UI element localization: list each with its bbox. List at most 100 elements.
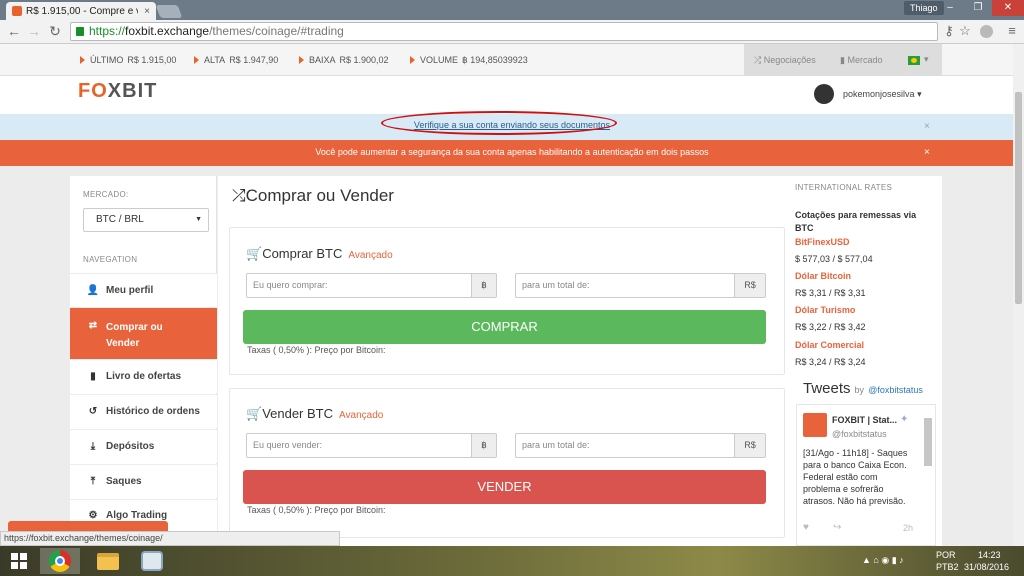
key-icon[interactable]: ⚷ [941,23,957,39]
taskbar-paint[interactable] [132,548,172,574]
rate-name[interactable]: Dólar Comercial [795,340,864,350]
sidebar-item-saques[interactable]: ⤒ Saques [70,464,217,498]
forward-button[interactable]: → [26,23,42,39]
sidebar-item-depositos[interactable]: ⤓ Depósitos [70,429,217,463]
shuffle-icon: ⤮ [232,186,246,205]
tweets-by: by [854,385,865,395]
buy-card-title: 🛒Comprar BTC Avançado [246,246,393,262]
nav-negociacoes-label: Negociações [763,55,816,65]
rates-subheading: Cotações para remessas via BTC [795,210,917,233]
tweet-scrollbar[interactable] [924,418,932,466]
page-scrollbar[interactable] [1013,44,1024,546]
clock-time[interactable]: 14:23 [978,550,1001,560]
logo-letters: XBIT [107,80,158,102]
sell-title-text: Vender BTC [262,406,334,421]
book-icon: ▮ [90,371,96,382]
logo-letter-f: F [78,80,92,102]
buy-title-text: Comprar BTC [262,246,343,261]
close-window-button[interactable]: ✕ [992,0,1024,16]
gear-icon: ⚙ [88,510,98,521]
rate-value: R$ 3,24 / R$ 3,24 [795,357,866,367]
feedback-tab[interactable] [8,521,168,531]
sidebar-item-livro-ofertas[interactable]: ▮ Livro de ofertas [70,359,217,393]
browser-tab[interactable]: R$ 1.915,00 - Compre e ve × [6,2,156,20]
tab-close-icon[interactable]: × [144,6,150,17]
url-host: foxbit.exchange [125,24,210,38]
ticker-last: ÚLTIMO R$ 1.915,00 [80,55,176,65]
sidebar-item-historico[interactable]: ↺ Histórico de ordens [70,394,217,428]
back-button[interactable]: ← [6,23,22,39]
rate-name[interactable]: BitFinexUSD [795,237,850,247]
tweet-line: [31/Ago - 11h18] - Saques [803,448,908,458]
nav-mercado[interactable]: ▮ Mercado [840,55,882,66]
language-caret-icon[interactable]: ▾ [924,54,929,65]
ticker-high-value: R$ 1.947,90 [229,55,279,65]
buy-advanced-link[interactable]: Avançado [348,250,392,261]
new-tab-button[interactable] [155,5,183,18]
tweet-line: para o banco Caixa Econ. [803,460,907,470]
tweet-author[interactable]: FOXBIT | Stat... [832,415,897,425]
reload-button[interactable]: ↻ [47,23,63,40]
tweet-time: 2h [903,523,914,533]
rate-name[interactable]: Dólar Turismo [795,305,855,315]
sidebar-item-label: Meu perfil [106,285,154,296]
language-indicator[interactable]: POR [936,550,956,560]
status-bar-url: https://foxbit.exchange/themes/coinage/ [0,531,340,546]
brazil-flag-icon[interactable] [908,56,920,65]
tweets-handle-link[interactable]: @foxbitstatus [868,385,923,395]
nav-negociacoes[interactable]: ⤮ Negociações [754,55,816,66]
btc-addon: ฿ [471,433,497,458]
bookmark-star-icon[interactable]: ☆ [957,23,973,39]
close-icon[interactable]: × [924,147,930,158]
arrow-icon [194,56,199,64]
ticker-high: ALTA R$ 1.947,90 [194,55,278,65]
tweet-handle[interactable]: @foxbitstatus [832,429,887,439]
sell-button[interactable]: VENDER [243,470,766,504]
chrome-menu-icon[interactable]: ≡ [1004,23,1020,38]
logo-letter-o: O [91,80,108,102]
tray-icons[interactable]: ▲ ⌂ ◉ ▮ ♪ [862,555,904,566]
sidebar-item-label: Depósitos [106,441,155,452]
taskbar-explorer[interactable] [88,548,128,574]
favicon-icon [12,6,22,16]
address-bar[interactable]: https://foxbit.exchange/themes/coinage/#… [70,22,938,41]
tweets-title: Tweets [803,380,851,397]
share-icon[interactable]: ↪ [833,522,841,533]
foxbit-logo[interactable]: FOXBIT [78,80,157,103]
start-button[interactable] [0,546,38,576]
sell-advanced-link[interactable]: Avançado [339,410,383,421]
download-icon: ⤓ [90,441,96,452]
tweet-avatar[interactable] [803,413,827,437]
sidebar-item-comprar-vender[interactable]: ⇄ Comprar ou Vender [70,307,217,359]
close-icon[interactable]: × [924,121,930,132]
buy-amount-input[interactable]: Eu quero comprar: [246,273,472,298]
rate-name[interactable]: Dólar Bitcoin [795,271,851,281]
paint-icon [141,551,163,571]
tweet-line: atrasos. Não há previsão. [803,496,906,506]
taskbar-chrome[interactable] [40,548,80,574]
minimize-button[interactable]: – [936,0,964,16]
avatar[interactable] [814,84,834,104]
maximize-button[interactable]: ❐ [964,0,992,16]
sell-amount-input[interactable]: Eu quero vender: [246,433,472,458]
tweet-line: problema e sofrerão [803,484,884,494]
ticker-high-label: ALTA [204,55,226,65]
buy-total-input[interactable]: para um total de: [515,273,735,298]
user-menu[interactable]: pokemonjosesilva ▾ [843,89,922,100]
market-select[interactable]: BTC / BRL ▼ [83,208,209,232]
chevron-down-icon: ▾ [917,89,922,99]
clock-date[interactable]: 31/08/2016 [964,562,1009,572]
system-tray: ▲ ⌂ ◉ ▮ ♪ POR PTB2 14:23 31/08/2016 [852,548,1024,574]
ticker-low: BAIXA R$ 1.900,02 [299,55,389,65]
arrow-icon [299,56,304,64]
extension-icon[interactable] [980,25,993,38]
rates-heading: INTERNATIONAL RATES [795,183,893,192]
tab-title: R$ 1.915,00 - Compre e ve [26,5,138,17]
scrollbar-thumb[interactable] [1015,92,1022,304]
language-sub: PTB2 [936,562,959,572]
heart-icon[interactable]: ♥ [803,522,809,533]
sidebar-item-perfil[interactable]: 👤 Meu perfil [70,273,217,307]
sell-total-input[interactable]: para um total de: [515,433,735,458]
buy-button[interactable]: COMPRAR [243,310,766,344]
user-icon: 👤 [86,285,100,296]
